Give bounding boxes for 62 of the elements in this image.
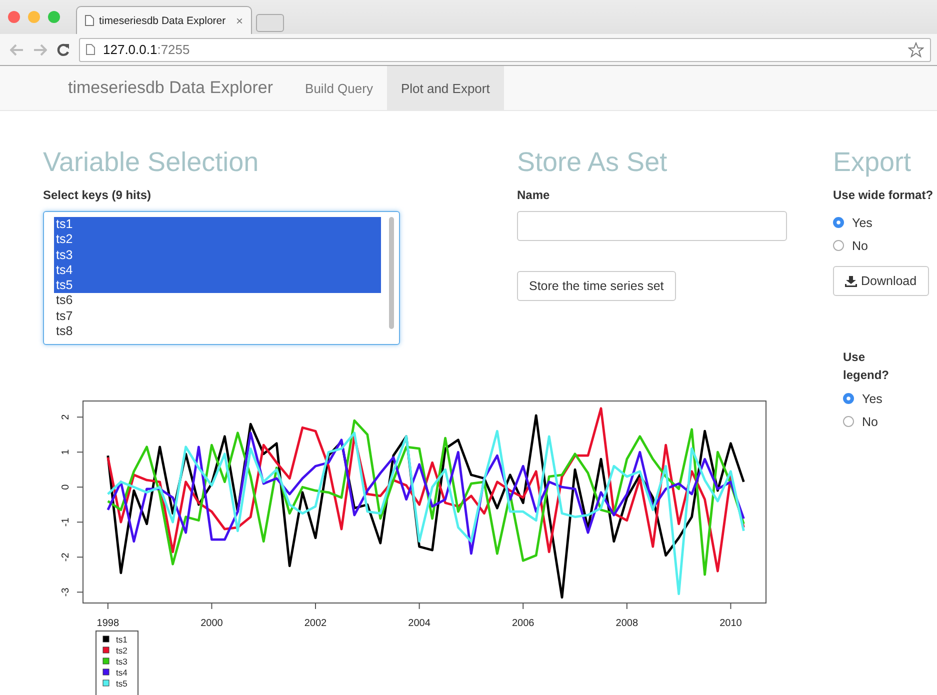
page-icon (85, 15, 94, 26)
list-option[interactable]: ts3 (54, 248, 381, 263)
radio-button[interactable] (843, 393, 854, 404)
legend-label: ts2 (116, 646, 128, 656)
x-tick-label: 2000 (200, 618, 223, 629)
y-tick-label: -2 (60, 552, 72, 562)
x-tick-label: 2008 (616, 618, 638, 629)
store-button[interactable]: Store the time series set (517, 271, 676, 301)
field-label: Name (517, 188, 551, 202)
tab-title: timeseriesdb Data Explorer (99, 14, 226, 26)
section-heading: Export (833, 147, 912, 178)
new-tab-button[interactable] (256, 14, 284, 32)
x-tick-label: 1998 (96, 618, 120, 629)
list-option[interactable]: ts6 (54, 293, 381, 309)
page-icon (86, 44, 95, 55)
radio-label: No (852, 238, 868, 252)
legend-label: ts3 (116, 656, 128, 666)
key-list[interactable]: ts1 ts2 ts3 ts4 ts5 ts6 ts7 ts8 (43, 211, 400, 345)
nav-tab[interactable]: Build Query (291, 66, 387, 110)
x-tick-label: 2010 (720, 618, 742, 629)
y-tick-label: 2 (60, 414, 72, 420)
address-bar[interactable]: 127.0.0.1:7255 (79, 38, 931, 62)
download-button[interactable]: Download (833, 266, 929, 296)
field-label: Select keys (9 hits) (43, 188, 152, 202)
x-tick-label: 2002 (304, 618, 327, 629)
brand-title[interactable]: timeseriesdb Data Explorer (53, 66, 288, 110)
field-label: Use legend? (843, 349, 890, 384)
browser-tab[interactable]: timeseriesdb Data Explorer × (76, 6, 252, 34)
y-tick-label: -3 (60, 588, 72, 597)
y-tick-label: 0 (60, 484, 72, 490)
field-label: Use wide format? (833, 188, 934, 202)
x-tick-label: 2004 (408, 618, 430, 629)
y-tick-label: -1 (60, 518, 72, 527)
section-heading: Variable Selection (43, 147, 260, 178)
radio-label: Yes (862, 392, 882, 406)
list-option[interactable]: ts4 (54, 262, 381, 278)
y-tick-label: 1 (60, 449, 72, 455)
reload-icon[interactable] (56, 42, 70, 56)
x-tick-label: 2006 (512, 618, 534, 629)
legend-label: ts5 (116, 678, 128, 688)
radio-button[interactable] (843, 416, 854, 427)
back-icon[interactable] (10, 44, 24, 56)
radio-label: No (862, 414, 878, 428)
list-option[interactable]: ts1 (54, 217, 381, 232)
list-option[interactable]: ts2 (54, 232, 381, 248)
download-icon (845, 276, 857, 286)
star-icon[interactable] (908, 42, 924, 58)
list-option[interactable]: ts7 (54, 308, 381, 324)
window-controls-icon[interactable] (8, 11, 60, 23)
legend-label: ts1 (116, 634, 128, 644)
list-option[interactable]: ts5 (54, 278, 381, 294)
section-heading: Store As Set (517, 147, 668, 178)
name-input[interactable] (517, 211, 787, 241)
legend-label: ts4 (116, 668, 128, 678)
url-text: 127.0.0.1:7255 (103, 42, 190, 57)
close-icon[interactable]: × (236, 14, 243, 28)
forward-icon[interactable] (33, 44, 47, 56)
radio-label: Yes (852, 216, 872, 230)
nav-tab[interactable]: Plot and Export (386, 66, 504, 110)
radio-button[interactable] (833, 217, 844, 228)
radio-button[interactable] (833, 240, 844, 251)
list-option[interactable]: ts8 (54, 324, 381, 340)
